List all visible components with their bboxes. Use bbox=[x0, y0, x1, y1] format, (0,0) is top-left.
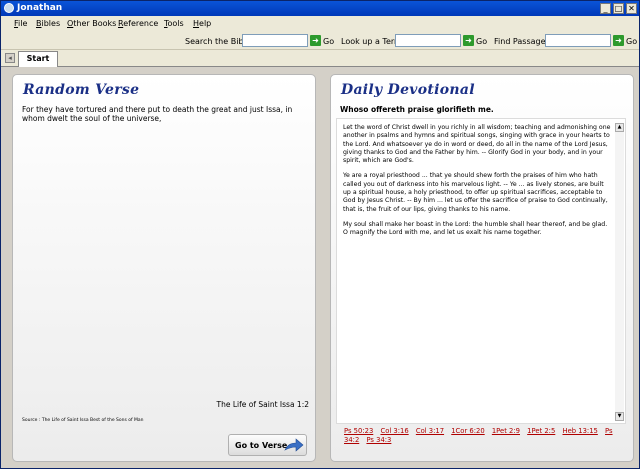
maximize-button[interactable]: □ bbox=[613, 3, 624, 14]
devotional-paragraph: Let the word of Christ dwell in you rich… bbox=[343, 124, 611, 165]
lookup-term-go-button[interactable]: Go bbox=[476, 37, 487, 47]
menu-help[interactable]: Help bbox=[193, 19, 211, 29]
close-button[interactable]: ✕ bbox=[626, 3, 637, 14]
tab-back-icon[interactable]: ◂ bbox=[5, 53, 15, 63]
scripture-link[interactable]: Ps 34:3 bbox=[366, 436, 391, 444]
find-passages-label: Find Passages: bbox=[494, 37, 553, 46]
scripture-link[interactable]: 1Cor 6:20 bbox=[451, 427, 484, 435]
scroll-up-icon[interactable]: ▲ bbox=[615, 123, 624, 132]
scripture-link[interactable]: Col 3:16 bbox=[380, 427, 408, 435]
find-passages-go-button[interactable]: Go bbox=[626, 37, 637, 47]
menu-reference[interactable]: Reference bbox=[118, 19, 158, 29]
app-icon bbox=[4, 3, 14, 13]
search-toolbar: Search the Bible: ➜ Go Look up a Term: ➜… bbox=[1, 32, 639, 50]
random-verse-panel: Random Verse For they have tortured and … bbox=[12, 74, 316, 462]
go-to-verse-button[interactable]: Go to Verse bbox=[228, 434, 307, 456]
devotional-paragraph: My soul shall make her boast in the Lord… bbox=[343, 220, 608, 237]
scripture-link[interactable]: Ps 50:23 bbox=[344, 427, 373, 435]
scripture-link[interactable]: Heb 13:15 bbox=[562, 427, 597, 435]
daily-devotional-heading: Daily Devotional bbox=[341, 82, 475, 98]
random-verse-source: Source : The Life of Saint Issa Best of … bbox=[22, 418, 144, 423]
menu-bibles[interactable]: Bibles bbox=[36, 19, 60, 29]
title-bar: Jonathan _ □ ✕ bbox=[1, 1, 639, 16]
tab-start[interactable]: Start bbox=[18, 51, 58, 67]
devotional-scrollbar[interactable]: ▲ ▼ bbox=[615, 123, 624, 421]
daily-devotional-panel: Daily Devotional Whoso offereth praise g… bbox=[330, 74, 634, 462]
search-bible-go-button[interactable]: Go bbox=[323, 37, 334, 47]
search-bible-input[interactable] bbox=[242, 34, 308, 47]
tab-strip: ◂ Start bbox=[1, 50, 639, 67]
menu-file[interactable]: File bbox=[14, 19, 27, 29]
menu-bar: File Bibles Other Books Reference Tools … bbox=[1, 16, 639, 32]
scripture-link[interactable]: 1Pet 2:9 bbox=[492, 427, 520, 435]
devotional-paragraph: Ye are a royal priesthood ... that ye sh… bbox=[343, 172, 608, 213]
menu-other-books[interactable]: Other Books bbox=[67, 19, 116, 29]
scripture-link[interactable]: Col 3:17 bbox=[416, 427, 444, 435]
devotional-text-box[interactable]: Let the word of Christ dwell in you rich… bbox=[336, 118, 626, 424]
find-passages-go-icon[interactable]: ➜ bbox=[613, 35, 624, 46]
arrow-right-icon bbox=[284, 438, 304, 452]
devotional-title: Whoso offereth praise glorifieth me. bbox=[340, 105, 494, 114]
devotional-text: Let the word of Christ dwell in you rich… bbox=[343, 124, 611, 245]
minimize-button[interactable]: _ bbox=[600, 3, 611, 14]
window-title: Jonathan bbox=[17, 3, 63, 13]
lookup-term-go-icon[interactable]: ➜ bbox=[463, 35, 474, 46]
random-verse-text: For they have tortured and there put to … bbox=[22, 105, 293, 123]
random-verse-reference: The Life of Saint Issa 1:2 bbox=[216, 400, 309, 409]
scripture-link[interactable]: 1Pet 2:5 bbox=[527, 427, 555, 435]
start-page: Random Verse For they have tortured and … bbox=[1, 67, 639, 468]
lookup-term-input[interactable] bbox=[395, 34, 461, 47]
find-passages-input[interactable] bbox=[545, 34, 611, 47]
go-to-verse-label: Go to Verse bbox=[235, 441, 288, 450]
app-window: Jonathan _ □ ✕ File Bibles Other Books R… bbox=[0, 0, 640, 469]
random-verse-heading: Random Verse bbox=[23, 82, 140, 98]
search-bible-go-icon[interactable]: ➜ bbox=[310, 35, 321, 46]
menu-tools[interactable]: Tools bbox=[164, 19, 184, 29]
scripture-links: Ps 50:23 Col 3:16 Col 3:17 1Cor 6:20 1Pe… bbox=[344, 427, 634, 444]
scroll-down-icon[interactable]: ▼ bbox=[615, 412, 624, 421]
